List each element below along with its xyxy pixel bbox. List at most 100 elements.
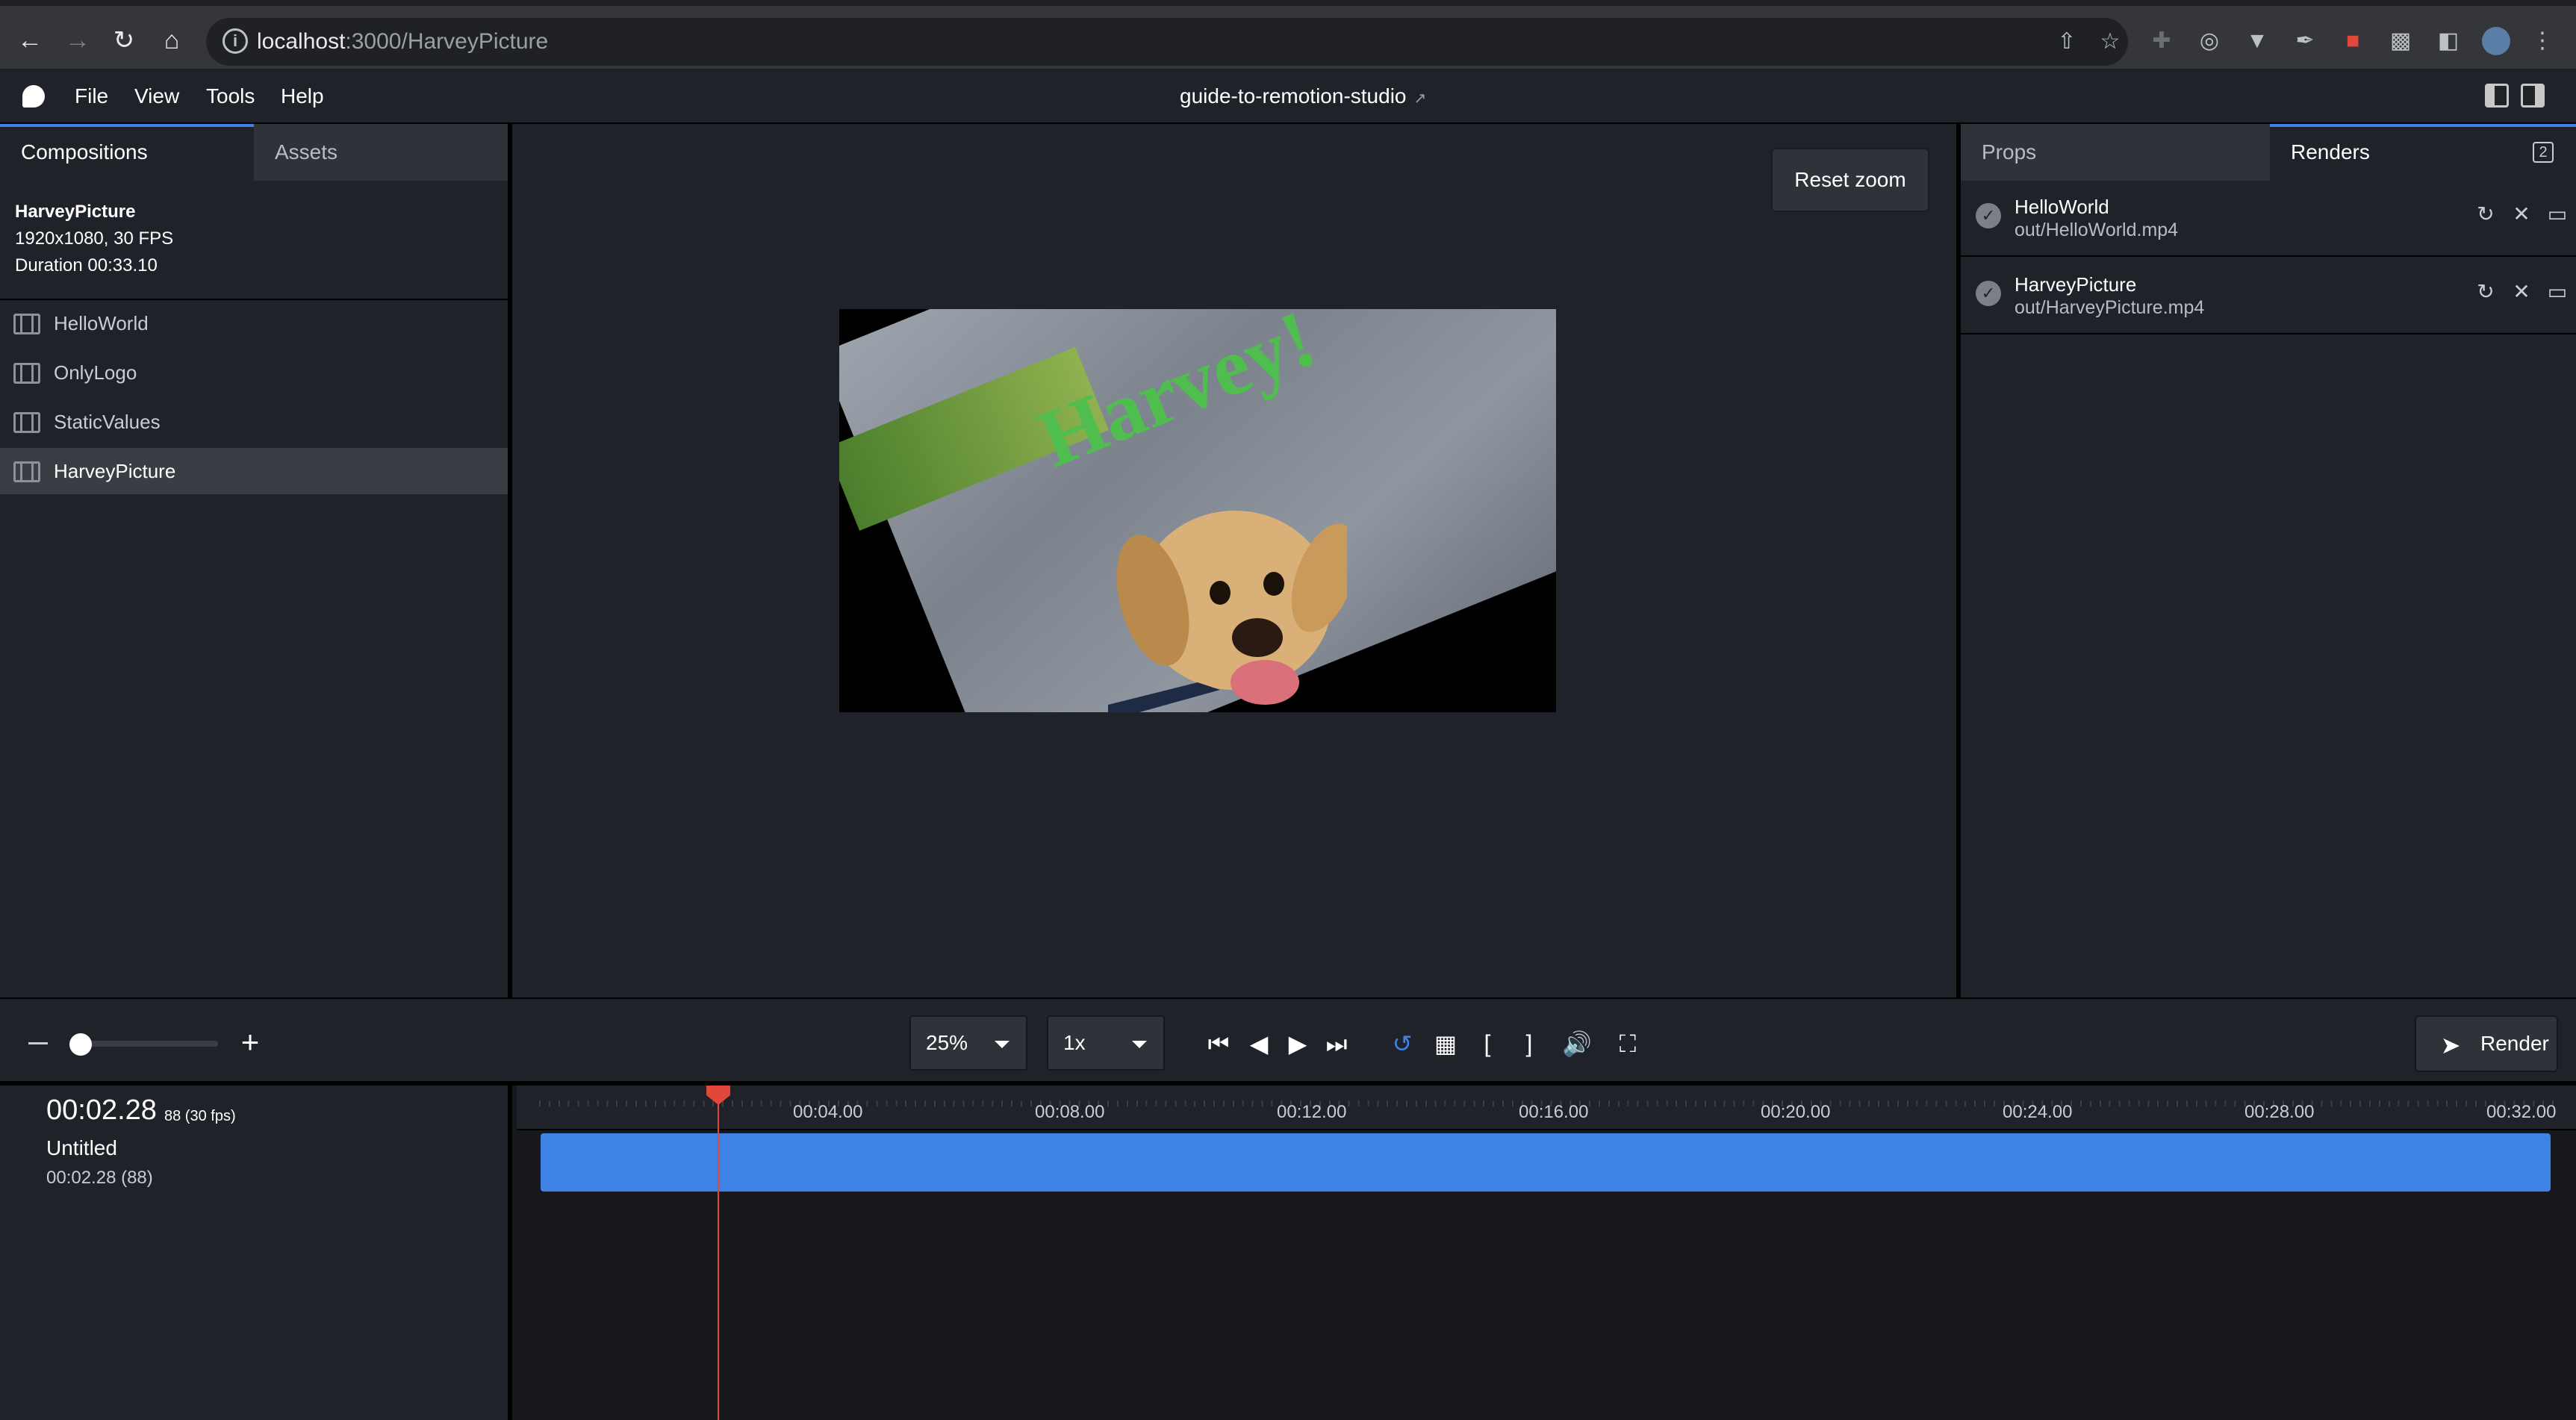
open-folder-icon[interactable]: ▭ bbox=[2545, 202, 2570, 227]
render-button-label: Render bbox=[2480, 1032, 2549, 1055]
share-icon[interactable]: ⇧ bbox=[2053, 28, 2080, 55]
composition-item-label: OnlyLogo bbox=[54, 361, 137, 384]
timeline-zoom-slider[interactable] bbox=[70, 1041, 218, 1047]
render-row: ✓ HarveyPicture out/HarveyPicture.mp4 ↻ … bbox=[1961, 258, 2576, 334]
jump-to-start-icon[interactable]: ⏮ bbox=[1204, 1029, 1233, 1059]
puppy-illustration bbox=[1108, 511, 1347, 712]
back-arrow-icon[interactable]: ← bbox=[13, 24, 46, 57]
canvas-zoom-select[interactable]: 25% bbox=[909, 1015, 1027, 1071]
project-title: guide-to-remotion-studio bbox=[1180, 84, 1407, 108]
current-frame: 88 (30 fps) bbox=[164, 1108, 236, 1124]
right-panel-tabs: Props Renders 2 bbox=[1961, 124, 2576, 181]
film-icon bbox=[13, 363, 40, 384]
browser-toolbar: ← → ↻ ⌂ i localhost:3000/HarveyPicture ⇧… bbox=[0, 0, 2576, 69]
menu-file[interactable]: File bbox=[75, 82, 108, 110]
toggle-left-sidebar-icon[interactable] bbox=[2485, 84, 2509, 108]
extension-vue-icon[interactable]: ▼ bbox=[2243, 27, 2271, 55]
remove-render-icon[interactable]: ✕ bbox=[2509, 202, 2534, 227]
composition-info: HarveyPicture 1920x1080, 30 FPS Duration… bbox=[15, 199, 173, 279]
composition-item-harveypicture[interactable]: HarveyPicture bbox=[0, 448, 508, 494]
timeline-zoom-in-icon[interactable]: + bbox=[236, 1027, 264, 1058]
extension-target-icon[interactable]: ◎ bbox=[2195, 27, 2224, 55]
render-name: HarveyPicture bbox=[2015, 273, 2137, 296]
extension-eyedropper-icon[interactable]: ✒ bbox=[2291, 27, 2319, 55]
play-icon[interactable]: ▶ bbox=[1283, 1029, 1313, 1059]
app-menubar: File View Tools Help guide-to-remotion-s… bbox=[0, 69, 2576, 124]
checkerboard-icon[interactable]: ▦ bbox=[1431, 1029, 1460, 1059]
menu-help[interactable]: Help bbox=[281, 82, 324, 110]
timeline-sequence-bar[interactable] bbox=[541, 1133, 2551, 1192]
playback-speed-value: 1x bbox=[1063, 1031, 1086, 1054]
forward-arrow-icon[interactable]: → bbox=[61, 24, 94, 57]
tab-renders[interactable]: Renders bbox=[2270, 124, 2576, 181]
render-path: out/HelloWorld.mp4 bbox=[2015, 219, 2179, 240]
project-title-link[interactable]: guide-to-remotion-studio ↗ bbox=[1180, 82, 1426, 113]
ruler-label: 00:12.00 bbox=[1277, 1102, 1347, 1122]
extensions-puzzle-icon[interactable]: ▩ bbox=[2386, 27, 2415, 55]
reset-zoom-button[interactable]: Reset zoom bbox=[1771, 148, 1929, 212]
rocket-icon: ➤ bbox=[2440, 1032, 2461, 1059]
volume-icon[interactable]: 🔊 bbox=[1562, 1029, 1592, 1059]
timeline-track-list: 00:02.28 88 (30 fps) Untitled 00:02.28 (… bbox=[0, 1086, 512, 1420]
in-point-icon[interactable]: [ bbox=[1472, 1029, 1502, 1059]
playhead-line[interactable] bbox=[718, 1086, 719, 1420]
url-host: localhost bbox=[257, 29, 346, 54]
rerender-icon[interactable]: ↻ bbox=[2473, 279, 2498, 305]
tab-compositions[interactable]: Compositions bbox=[0, 124, 254, 181]
timeline-zoom-out-icon[interactable] bbox=[28, 1042, 48, 1044]
render-button[interactable]: ➤ Render bbox=[2415, 1015, 2558, 1072]
renders-panel: Props Renders 2 ✓ HelloWorld out/HelloWo… bbox=[1956, 124, 2576, 997]
rerender-icon[interactable]: ↻ bbox=[2473, 202, 2498, 227]
profile-avatar[interactable] bbox=[2482, 27, 2510, 55]
extension-move-icon[interactable]: ✚ bbox=[2147, 27, 2176, 55]
loop-icon[interactable]: ↺ bbox=[1387, 1029, 1417, 1059]
ruler-label: 00:04.00 bbox=[793, 1102, 863, 1122]
open-folder-icon[interactable]: ▭ bbox=[2545, 279, 2570, 305]
home-icon[interactable]: ⌂ bbox=[155, 24, 188, 57]
menu-view[interactable]: View bbox=[134, 82, 179, 110]
composition-duration: Duration 00:33.10 bbox=[15, 255, 158, 275]
address-url[interactable]: localhost:3000/HarveyPicture bbox=[257, 28, 548, 55]
composition-item-label: StaticValues bbox=[54, 411, 161, 433]
out-point-icon[interactable]: ] bbox=[1514, 1029, 1544, 1059]
ruler-label: 00:16.00 bbox=[1519, 1102, 1589, 1122]
composition-resolution: 1920x1080, 30 FPS bbox=[15, 228, 174, 249]
site-info-icon[interactable]: i bbox=[223, 28, 248, 54]
ruler-label: 00:28.00 bbox=[2244, 1102, 2315, 1122]
chevron-down-icon bbox=[1132, 1041, 1147, 1048]
tab-assets[interactable]: Assets bbox=[254, 124, 508, 181]
playback-controls-bar: + 25% 1x ⏮ ◀ ▶ ⏭ ↺ ▦ [ ] 🔊 ⛶ ➤ Render bbox=[0, 997, 2576, 1086]
toggle-right-sidebar-icon[interactable] bbox=[2521, 84, 2545, 108]
star-icon[interactable]: ☆ bbox=[2097, 28, 2124, 55]
extension-red-icon[interactable]: ■ bbox=[2339, 27, 2367, 55]
track-name: Untitled bbox=[46, 1136, 117, 1159]
url-path: :3000/HarveyPicture bbox=[345, 29, 549, 54]
jump-to-end-icon[interactable]: ⏭ bbox=[1322, 1029, 1351, 1059]
side-panel-icon[interactable]: ◧ bbox=[2434, 27, 2463, 55]
preview-canvas[interactable]: Reset zoom Harvey! bbox=[517, 124, 1956, 997]
menu-tools[interactable]: Tools bbox=[206, 82, 255, 110]
composition-item-staticvalues[interactable]: StaticValues bbox=[0, 399, 508, 445]
compositions-panel: Compositions Assets HarveyPicture 1920x1… bbox=[0, 124, 512, 997]
remove-render-icon[interactable]: ✕ bbox=[2509, 279, 2534, 305]
kebab-menu-icon[interactable]: ⋮ bbox=[2528, 27, 2557, 55]
address-bar[interactable]: i localhost:3000/HarveyPicture ⇧ ☆ bbox=[206, 18, 2128, 66]
render-path: out/HarveyPicture.mp4 bbox=[2015, 297, 2205, 318]
render-row: ✓ HelloWorld out/HelloWorld.mp4 ↻ ✕ ▭ bbox=[1961, 181, 2576, 257]
fullscreen-icon[interactable]: ⛶ bbox=[1613, 1029, 1643, 1059]
playback-speed-select[interactable]: 1x bbox=[1047, 1015, 1165, 1071]
current-timecode: 00:02.28 bbox=[46, 1094, 157, 1126]
ruler-label: 00:24.00 bbox=[2003, 1102, 2073, 1122]
reload-icon[interactable]: ↻ bbox=[108, 24, 140, 57]
tab-props[interactable]: Props bbox=[1961, 124, 2270, 181]
left-panel-tabs: Compositions Assets bbox=[0, 124, 508, 181]
composition-item-helloworld[interactable]: HelloWorld bbox=[0, 300, 508, 346]
film-icon bbox=[13, 461, 40, 482]
track-time: 00:02.28 (88) bbox=[46, 1168, 153, 1188]
step-back-icon[interactable]: ◀ bbox=[1244, 1029, 1274, 1059]
ruler-label: 00:08.00 bbox=[1035, 1102, 1105, 1122]
timeline-zoom-slider-thumb[interactable] bbox=[69, 1033, 93, 1056]
composition-item-onlylogo[interactable]: OnlyLogo bbox=[0, 349, 508, 396]
check-circle-icon: ✓ bbox=[1976, 281, 2001, 306]
timeline-ruler[interactable]: 00:04.00 00:08.00 00:12.00 00:16.00 00:2… bbox=[517, 1086, 2576, 1130]
